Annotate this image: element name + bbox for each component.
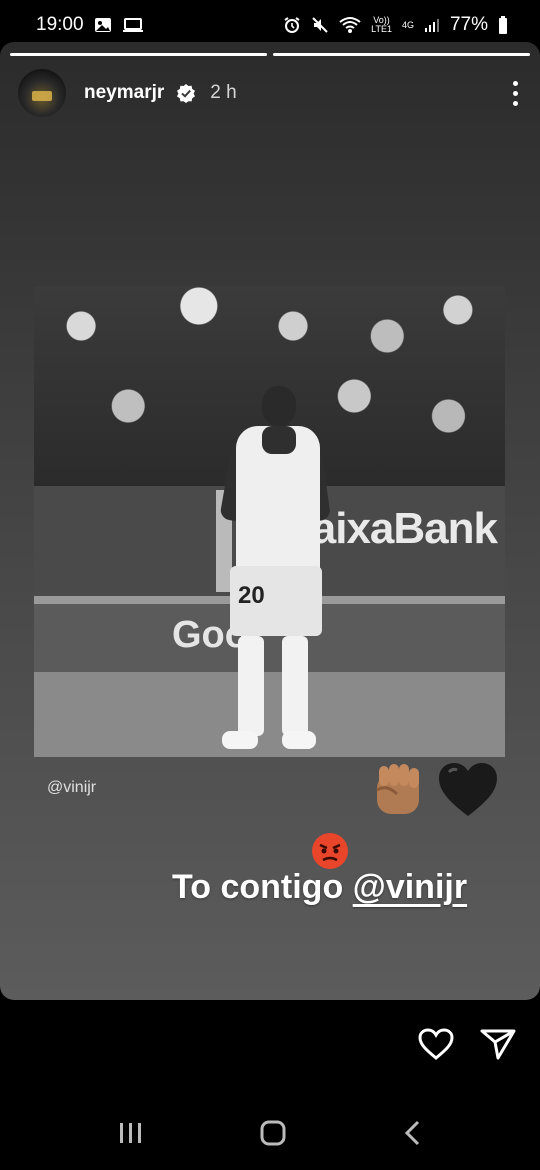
status-time: 19:00	[36, 14, 84, 35]
caption-mention[interactable]: @vinijr	[353, 868, 467, 906]
jersey-number: 20	[238, 582, 265, 609]
gallery-icon	[94, 17, 112, 33]
story-card[interactable]: neymarjr 2 h CaixaBank Goo 20 @vinijr To…	[0, 42, 540, 1000]
signal-icon	[424, 17, 440, 33]
story-caption: To contigo @vinijr	[172, 868, 467, 907]
status-right: Vo)) LTE1 4G 77%	[283, 14, 508, 36]
black-heart-icon	[437, 760, 499, 822]
wifi-icon	[339, 16, 361, 34]
raised-fist-icon	[367, 760, 429, 834]
home-icon[interactable]	[259, 1119, 287, 1152]
send-icon[interactable]	[480, 1028, 516, 1060]
story-progress	[10, 53, 530, 56]
recents-icon[interactable]	[118, 1121, 144, 1150]
more-options-icon[interactable]	[509, 75, 522, 112]
mute-icon	[311, 16, 329, 34]
photo-mention[interactable]: @vinijr	[47, 779, 96, 797]
caption-text: To contigo	[172, 868, 344, 906]
angry-face-icon	[311, 832, 349, 870]
system-nav-bar	[0, 1100, 540, 1170]
volte-label: Vo)) LTE1	[371, 15, 392, 34]
laptop-icon	[122, 17, 144, 33]
username[interactable]: neymarjr	[84, 82, 164, 104]
battery-icon	[498, 16, 508, 34]
story-actions	[418, 1028, 516, 1060]
progress-segment	[10, 53, 267, 56]
network-label: 4G	[401, 19, 414, 30]
photo-player: 20	[219, 386, 332, 756]
battery-percent: 77%	[449, 14, 488, 35]
story-time: 2 h	[210, 82, 237, 103]
back-icon[interactable]	[402, 1119, 422, 1152]
alarm-icon	[283, 16, 301, 34]
story-header: neymarjr 2 h	[18, 68, 522, 118]
avatar-image	[32, 91, 52, 101]
status-left: 19:00	[36, 14, 144, 36]
avatar[interactable]	[18, 69, 66, 117]
story-photo: CaixaBank Goo 20	[34, 286, 505, 757]
verified-badge-icon	[176, 83, 196, 103]
emoji-stickers	[367, 760, 499, 834]
heart-icon[interactable]	[418, 1028, 454, 1060]
progress-segment	[273, 53, 530, 56]
